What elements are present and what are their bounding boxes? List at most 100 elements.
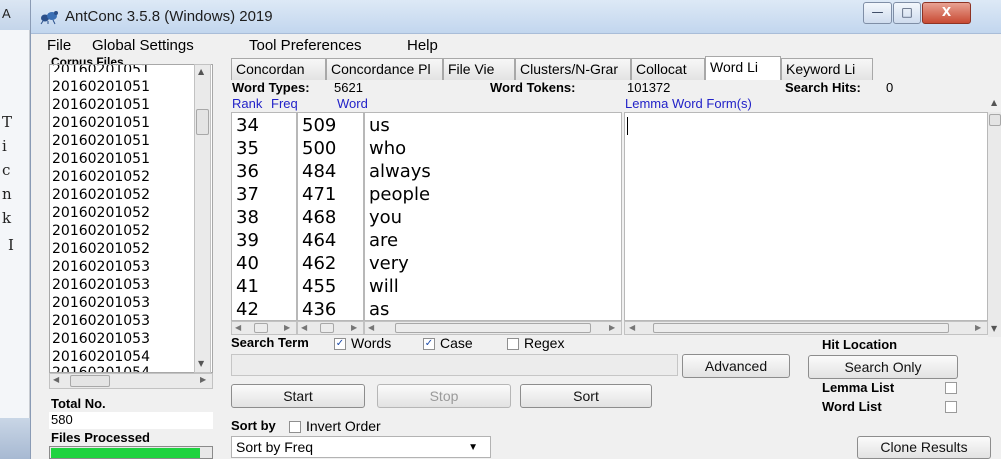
menu-tool-preferences[interactable]: Tool Preferences (249, 37, 362, 54)
tab-collocates[interactable]: Collocat (631, 58, 705, 80)
invert-order-label[interactable]: Invert Order (306, 418, 381, 434)
scrollbar-thumb[interactable] (254, 323, 268, 333)
rank-cell[interactable]: 40 (236, 253, 259, 274)
tab-concordance-plot[interactable]: Concordance Pl (326, 58, 443, 80)
freq-cell[interactable]: 509 (302, 115, 336, 136)
word-cell[interactable]: will (369, 276, 399, 297)
corpus-file-item[interactable]: 20160201051 (52, 97, 150, 116)
freq-cell[interactable]: 471 (302, 184, 336, 205)
word-cell[interactable]: us (369, 115, 390, 136)
corpus-file-item[interactable]: 20160201051 (52, 79, 150, 98)
word-cell[interactable]: are (369, 230, 398, 251)
word-column-header[interactable]: Word (337, 96, 368, 111)
corpus-file-item[interactable]: 20160201052 (52, 241, 150, 260)
word-cell[interactable]: people (369, 184, 430, 205)
maximize-button[interactable]: □ (893, 2, 921, 24)
corpus-file-list[interactable]: 20160201051 20160201051 20160201051 2016… (49, 64, 213, 373)
scroll-right-icon[interactable]: ▶ (284, 323, 290, 332)
word-horizontal-scrollbar[interactable]: ◀ ▶ (364, 321, 622, 335)
clone-results-button[interactable]: Clone Results (857, 436, 991, 459)
results-vertical-scrollbar[interactable]: ▲ ▼ (988, 98, 1001, 337)
regex-checkbox[interactable] (507, 338, 519, 350)
lemma-column-header[interactable]: Lemma Word Form(s) (625, 96, 752, 111)
rank-cell[interactable]: 34 (236, 115, 259, 136)
rank-column-header[interactable]: Rank (232, 96, 262, 111)
scroll-down-icon[interactable]: ▼ (198, 359, 204, 368)
corpus-file-item[interactable]: 20160201053 (52, 295, 150, 314)
menu-help[interactable]: Help (407, 37, 438, 54)
scroll-left-icon[interactable]: ◀ (301, 323, 307, 332)
scrollbar-thumb[interactable] (70, 375, 110, 387)
word-cell[interactable]: who (369, 138, 406, 159)
tab-concordance[interactable]: Concordan (231, 58, 326, 80)
scroll-right-icon[interactable]: ▶ (609, 323, 615, 332)
freq-cell[interactable]: 468 (302, 207, 336, 228)
case-checkbox-label[interactable]: Case (440, 335, 473, 351)
tab-clusters[interactable]: Clusters/N-Grar (515, 58, 631, 80)
advanced-button[interactable]: Advanced (682, 354, 790, 378)
corpus-file-item[interactable]: 20160201053 (52, 313, 150, 332)
corpus-file-item[interactable]: 20160201051 (52, 151, 150, 170)
scrollbar-thumb[interactable] (989, 114, 1001, 126)
scroll-left-icon[interactable]: ◀ (629, 323, 635, 332)
freq-cell[interactable]: 462 (302, 253, 336, 274)
search-term-input[interactable] (231, 354, 678, 376)
lemma-column[interactable] (624, 112, 988, 321)
minimize-button[interactable]: — (863, 2, 892, 24)
scroll-left-icon[interactable]: ◀ (53, 375, 59, 384)
scrollbar-thumb[interactable] (653, 323, 949, 333)
invert-order-checkbox[interactable] (289, 421, 301, 433)
sort-button[interactable]: Sort (520, 384, 652, 408)
tab-file-view[interactable]: File Vie (443, 58, 515, 80)
scrollbar-thumb[interactable] (196, 109, 209, 135)
freq-horizontal-scrollbar[interactable]: ◀ ▶ (297, 321, 364, 335)
corpus-vertical-scrollbar[interactable]: ▲ ▼ (194, 64, 211, 373)
corpus-file-item[interactable]: 20160201051 (52, 65, 150, 72)
word-cell[interactable]: very (369, 253, 409, 274)
sort-by-select[interactable]: Sort by Freq ▼ (231, 436, 491, 458)
scroll-right-icon[interactable]: ▶ (351, 323, 357, 332)
corpus-file-item[interactable]: 20160201051 (52, 133, 150, 152)
lemma-list-checkbox[interactable] (945, 382, 957, 394)
lemma-horizontal-scrollbar[interactable]: ◀ ▶ (624, 321, 988, 335)
words-checkbox-label[interactable]: Words (351, 335, 391, 351)
title-bar[interactable]: AntConc 3.5.8 (Windows) 2019 — □ X (31, 0, 1001, 34)
corpus-file-item[interactable]: 20160201054 (52, 365, 150, 372)
corpus-file-item[interactable]: 20160201052 (52, 169, 150, 188)
rank-cell[interactable]: 36 (236, 161, 259, 182)
close-button[interactable]: X (922, 2, 971, 24)
rank-cell[interactable]: 38 (236, 207, 259, 228)
corpus-file-item[interactable]: 20160201052 (52, 205, 150, 224)
word-cell[interactable]: as (369, 299, 389, 320)
menu-file[interactable]: File (47, 37, 71, 54)
freq-cell[interactable]: 464 (302, 230, 336, 251)
case-checkbox[interactable]: ✓ (423, 338, 435, 350)
freq-cell[interactable]: 484 (302, 161, 336, 182)
scroll-right-icon[interactable]: ▶ (975, 323, 981, 332)
freq-cell[interactable]: 436 (302, 299, 336, 320)
word-cell[interactable]: always (369, 161, 431, 182)
scroll-up-icon[interactable]: ▲ (198, 67, 204, 76)
start-button[interactable]: Start (231, 384, 365, 408)
menu-global-settings[interactable]: Global Settings (92, 37, 194, 54)
freq-column[interactable]: 509 500 484 471 468 464 462 455 436 (297, 112, 364, 321)
word-list-checkbox[interactable] (945, 401, 957, 413)
corpus-file-item[interactable]: 20160201053 (52, 259, 150, 278)
corpus-file-item[interactable]: 20160201052 (52, 187, 150, 206)
scroll-left-icon[interactable]: ◀ (235, 323, 241, 332)
scroll-right-icon[interactable]: ▶ (200, 375, 206, 384)
freq-column-header[interactable]: Freq (271, 96, 298, 111)
tab-keyword-list[interactable]: Keyword Li (781, 58, 873, 80)
words-checkbox[interactable]: ✓ (334, 338, 346, 350)
freq-cell[interactable]: 455 (302, 276, 336, 297)
scroll-down-icon[interactable]: ▼ (991, 324, 997, 333)
stop-button[interactable]: Stop (377, 384, 511, 408)
rank-cell[interactable]: 35 (236, 138, 259, 159)
corpus-file-item[interactable]: 20160201051 (52, 115, 150, 134)
scrollbar-thumb[interactable] (320, 323, 334, 333)
freq-cell[interactable]: 500 (302, 138, 336, 159)
rank-cell[interactable]: 39 (236, 230, 259, 251)
corpus-file-item[interactable]: 20160201053 (52, 331, 150, 350)
word-cell[interactable]: you (369, 207, 402, 228)
regex-checkbox-label[interactable]: Regex (524, 335, 564, 351)
